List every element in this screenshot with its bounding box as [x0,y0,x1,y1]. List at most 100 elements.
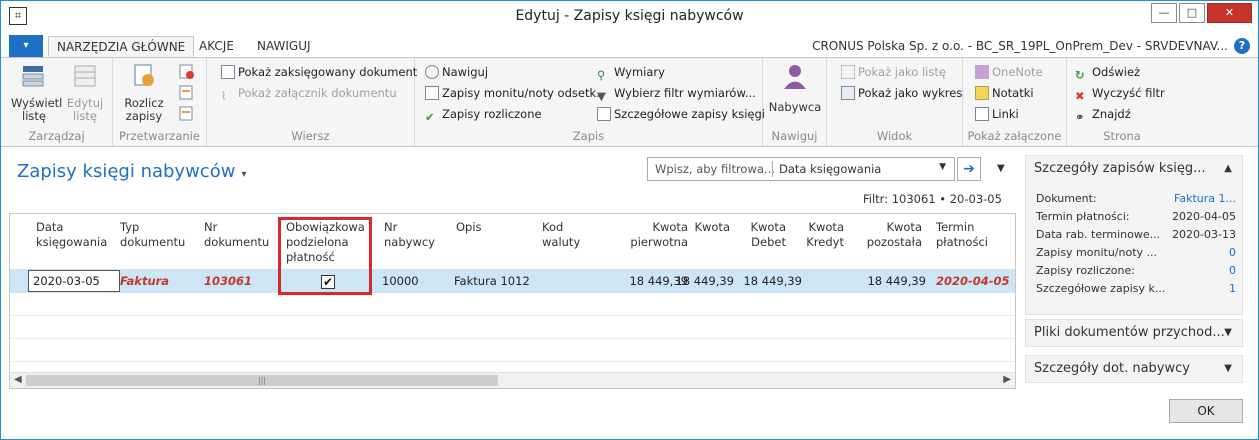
show-as-list-button[interactable]: Pokaż jako listę [841,62,946,82]
cell-description[interactable]: Faktura 1012 [454,274,530,288]
apply-entries-button[interactable]: Rozlicz zapisy [119,62,169,123]
cell-debit[interactable]: 18 449,39 [736,274,802,288]
dropdown-arrow-icon[interactable]: ▼ [939,162,946,172]
chevron-up-icon[interactable]: ▲ [1224,163,1232,174]
processing-small-icons[interactable] [179,64,195,124]
factbox-title[interactable]: Szczegóły zapisów księg... [1034,161,1205,176]
help-icon[interactable]: ? [1234,38,1250,54]
navigate-icon [425,65,439,79]
fact-row: Dokument: Faktura 1... [1036,192,1236,205]
scroll-right-icon[interactable]: ▶ [1003,374,1011,385]
group-title-entry: Zapis [572,129,605,143]
onenote-button[interactable]: OneNote [975,62,1043,82]
cell-posting-date[interactable]: 2020-03-05 [33,274,100,288]
col-header-currency[interactable]: Kod waluty [542,220,580,250]
show-list-button[interactable]: Wyświetl listę [11,62,62,123]
detailed-ledger-entries-button[interactable]: Szczegółowe zapisy księgi [597,104,765,124]
apply-filter-arrow-icon[interactable]: ➔ [957,157,981,181]
tab-navigate[interactable]: NAWIGUJ [249,36,319,57]
group-manage: Wyświetl listę Edytuj listę Zarządzaj [1,58,113,146]
dimension-filter-button[interactable]: ▼ Wybierz filtr wymiarów... [597,83,756,103]
checkmark-icon: ✔ [425,110,435,124]
customer-button[interactable]: Nabywca [767,62,823,114]
minimize-button[interactable]: — [1151,3,1177,23]
paperclip-icon: ⌇ [221,89,227,103]
reminder-entries-button[interactable]: Zapisy monitu/noty odsetk. [425,83,600,103]
group-processing: Rozlicz zapisy Przetwarzanie [113,58,207,146]
chevron-down-icon[interactable]: ▼ [1224,363,1232,374]
reminder-icon [425,86,439,100]
factbox-attachments[interactable]: Pliki dokumentów przychod... ▼ [1025,319,1243,347]
col-header-amount[interactable]: Kwota [690,220,730,235]
factbox-customer-details[interactable]: Szczegóły dot. nabywcy ▼ [1025,355,1243,383]
col-header-original-amount[interactable]: Kwota pierwotna [592,220,688,250]
tab-home[interactable]: NARZĘDZIA GŁÓWNE [48,36,195,57]
col-header-remaining[interactable]: Kwota pozostała [850,220,922,250]
show-as-chart-button[interactable]: Pokaż jako wykres [841,83,962,103]
entries-grid: Data księgowania Typ dokumentu Nr dokumentu… [9,213,1016,389]
highlight-box [278,217,372,295]
horizontal-scrollbar[interactable]: ◀ ||| ▶ [10,372,1015,388]
file-menu-button[interactable]: ▾ [9,35,43,57]
onenote-icon [975,65,989,79]
clear-filter-button[interactable]: ✖ Wyczyść filtr [1075,83,1165,103]
tab-actions[interactable]: AKCJE [191,36,242,57]
cell-doc-no[interactable]: 103061 [204,274,252,288]
group-title-line: Wiersz [291,129,330,143]
group-line: Pokaż zaksięgowany dokument ⌇ Pokaż załąc… [207,58,417,146]
title-bar: ⌗ Edytuj - Zapisy księgi nabywców — □ ✕ [1,1,1258,33]
fact-row: Zapisy monitu/noty ... 0 [1036,246,1236,259]
cell-amount[interactable]: 18 449,39 [670,274,734,288]
cell-remaining[interactable]: 18 449,39 [850,274,926,288]
ribbon-tab-bar: ▾ NARZĘDZIA GŁÓWNE AKCJE NAWIGUJ CRONUS … [1,33,1258,57]
col-header-posting-date[interactable]: Data księgowania [36,220,107,250]
chart-icon [841,86,855,100]
group-title-page: Strona [1103,129,1141,143]
document-icon [221,65,235,79]
group-view: Pokaż jako listę Pokaż jako wykres Widok [827,58,963,146]
col-header-due-date[interactable]: Termin płatności [936,220,988,250]
col-header-customer-no[interactable]: Nr nabywcy [384,220,435,250]
col-header-credit[interactable]: Kwota Kredyt [796,220,844,250]
links-button[interactable]: Linki [975,104,1019,124]
list-icon [841,65,855,79]
collapse-chevron-icon[interactable]: ▼ [997,163,1005,174]
app-window: ⌗ Edytuj - Zapisy księgi nabywców — □ ✕ … [0,0,1259,440]
col-header-doc-type[interactable]: Typ dokumentu [120,220,185,250]
close-button[interactable]: ✕ [1207,3,1252,23]
refresh-button[interactable]: ↻ Odśwież [1075,62,1140,82]
company-name: CRONUS Polska Sp. z o.o. - BC_SR_19PL_On… [812,39,1228,53]
scroll-thumb[interactable]: ||| [26,375,498,386]
clear-filter-icon: ✖ [1075,89,1085,103]
fact-row: Data rab. terminowe... 2020-03-13 [1036,228,1236,241]
scroll-left-icon[interactable]: ◀ [14,374,22,385]
chevron-down-icon[interactable]: ▾ [241,169,246,180]
maximize-button[interactable]: □ [1179,3,1205,23]
find-button[interactable]: ⚭ Znajdź [1075,104,1131,124]
filter-field-select[interactable]: Data księgowania [779,162,881,176]
show-posted-document-button[interactable]: Pokaż zaksięgowany dokument [221,62,417,82]
navigate-button[interactable]: Nawiguj [425,62,488,82]
notes-icon [975,86,989,100]
col-header-description[interactable]: Opis [456,220,482,235]
show-attachment-button[interactable]: ⌇ Pokaż załącznik dokumentu [221,83,397,103]
col-header-doc-no[interactable]: Nr dokumentu [204,220,269,250]
search-input[interactable]: Wpisz, aby filtrowa... [655,162,775,176]
cell-due-date[interactable]: 2020-04-05 [936,274,1010,288]
group-title-processing: Przetwarzanie [119,129,200,143]
page-title[interactable]: Zapisy księgi nabywców ▾ [17,161,246,182]
dimensions-icon: ⚲ [597,68,606,82]
col-header-debit[interactable]: Kwota Debet [740,220,786,250]
cell-customer-no[interactable]: 10000 [382,274,419,288]
dimensions-button[interactable]: ⚲ Wymiary [597,62,665,82]
search-filter-box[interactable]: Wpisz, aby filtrowa... Data księgowania … [647,157,955,181]
edit-list-button[interactable]: Edytuj listę [65,62,105,123]
notes-button[interactable]: Notatki [975,83,1034,103]
applied-entries-button[interactable]: ✔ Zapisy rozliczone [425,104,542,124]
chevron-down-icon[interactable]: ▼ [1224,327,1232,338]
apply-entries-icon [134,64,154,86]
ok-button[interactable]: OK [1169,399,1243,423]
window-title: Edytuj - Zapisy księgi nabywców [515,8,744,24]
group-title-view: Widok [876,129,913,143]
cell-doc-type[interactable]: Faktura [120,274,169,288]
